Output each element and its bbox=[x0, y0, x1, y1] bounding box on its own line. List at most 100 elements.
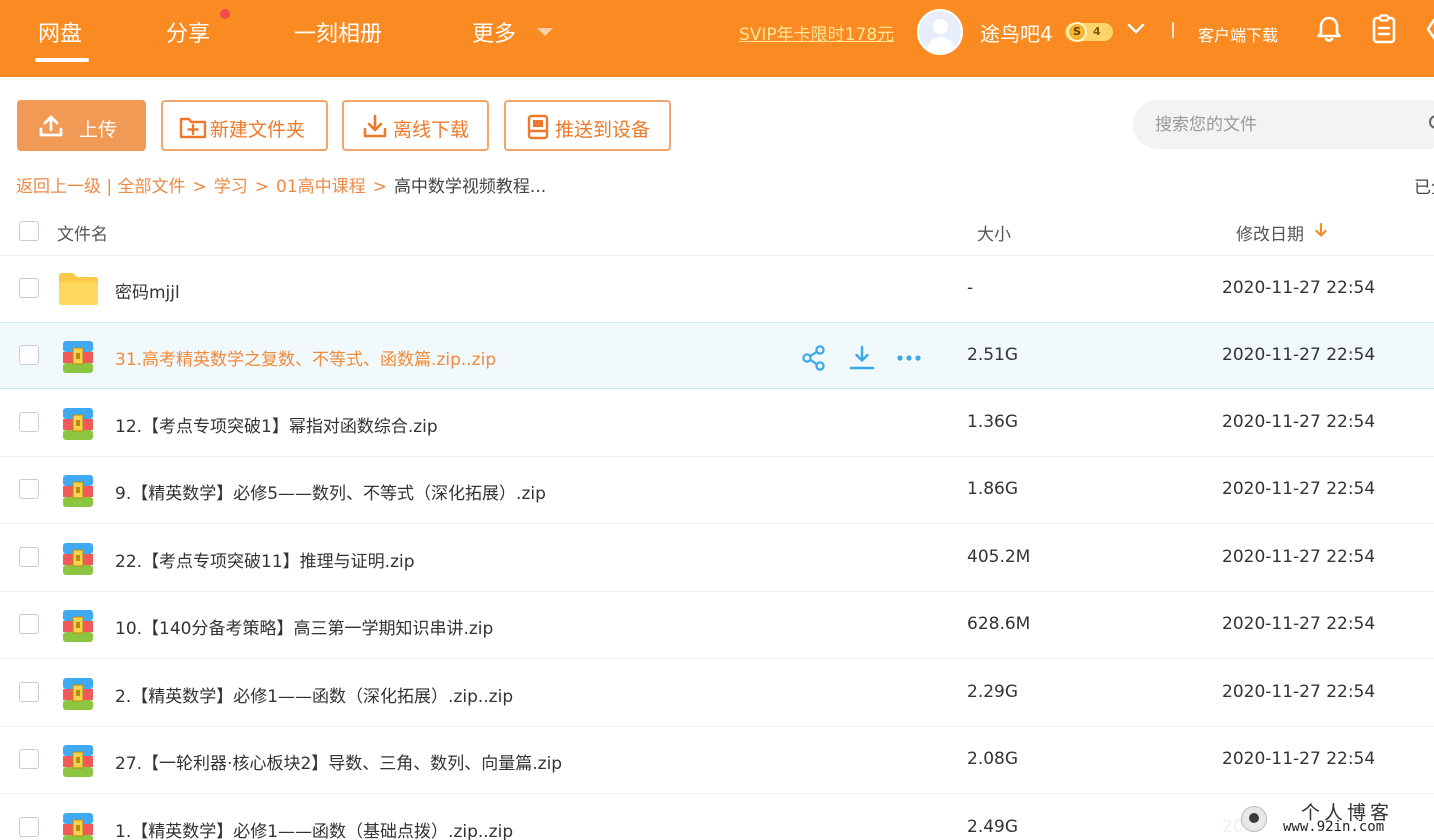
watermark-logo-icon bbox=[1241, 806, 1267, 832]
file-name[interactable]: 9.【精英数学】必修5——数列、不等式（深化拓展）.zip bbox=[115, 479, 546, 504]
push-to-device-label: 推送到设备 bbox=[555, 119, 651, 141]
zip-icon bbox=[63, 475, 93, 507]
row-checkbox[interactable] bbox=[19, 479, 39, 499]
file-name[interactable]: 2.【精英数学】必修1——函数（深化拓展）.zip..zip bbox=[115, 682, 513, 707]
breadcrumb: 返回上一级 | 全部文件 > 学习 >01高中课程 > 高中数学视频教程... bbox=[16, 172, 546, 197]
upload-label: 上传 bbox=[79, 119, 118, 141]
column-header-size[interactable]: 大小 bbox=[977, 220, 1011, 245]
file-date: 2020-11-27 22:54 bbox=[1222, 412, 1376, 432]
zip-icon bbox=[63, 678, 93, 710]
zip-icon bbox=[63, 610, 93, 642]
download-icon[interactable] bbox=[849, 345, 875, 371]
level-badge: S 4 bbox=[1065, 22, 1113, 42]
file-name[interactable]: 密码mjjl bbox=[115, 278, 180, 303]
row-checkbox[interactable] bbox=[19, 547, 39, 567]
nav-divider bbox=[1172, 22, 1174, 38]
offline-download-button[interactable]: 离线下载 bbox=[342, 100, 489, 151]
breadcrumb-back[interactable]: 返回上一级 bbox=[16, 177, 101, 197]
bell-icon[interactable] bbox=[1316, 15, 1342, 43]
file-date: 2020-11-27 22:54 bbox=[1222, 479, 1376, 499]
column-header-name[interactable]: 文件名 bbox=[57, 220, 108, 245]
folder-icon bbox=[59, 273, 98, 305]
zip-icon bbox=[63, 408, 93, 440]
device-icon bbox=[527, 114, 549, 140]
table-row[interactable]: 密码mjjl - 2020-11-27 22:54 bbox=[0, 256, 1434, 323]
download-icon bbox=[363, 114, 387, 138]
file-size: 2.49G bbox=[967, 817, 1019, 837]
file-name[interactable]: 1.【精英数学】必修1——函数（基础点拨）.zip..zip bbox=[115, 817, 513, 840]
avatar[interactable] bbox=[917, 9, 963, 55]
file-name[interactable]: 27.【一轮利器·核心板块2】导数、三角、数列、向量篇.zip bbox=[115, 749, 562, 774]
file-date: 2020-11-27 22:54 bbox=[1222, 749, 1376, 769]
select-all-checkbox[interactable] bbox=[19, 221, 39, 241]
share-icon[interactable] bbox=[801, 345, 827, 371]
username[interactable]: 途鸟吧4 bbox=[980, 18, 1053, 47]
breadcrumb-highschool[interactable]: 01高中课程 bbox=[276, 177, 366, 197]
caret-down-icon[interactable] bbox=[537, 28, 553, 36]
more-icon[interactable] bbox=[896, 345, 922, 371]
table-row[interactable]: 9.【精英数学】必修5——数列、不等式（深化拓展）.zip 1.86G 2020… bbox=[0, 457, 1434, 524]
nav-item-share[interactable]: 分享 bbox=[166, 16, 210, 48]
offline-download-label: 离线下载 bbox=[393, 119, 470, 141]
row-checkbox[interactable] bbox=[19, 614, 39, 634]
file-date: 2020-11-27 22:54 bbox=[1222, 614, 1376, 634]
table-row[interactable]: 2.【精英数学】必修1——函数（深化拓展）.zip..zip 2.29G 202… bbox=[0, 660, 1434, 727]
row-checkbox[interactable] bbox=[19, 412, 39, 432]
column-header-modified[interactable]: 修改日期 bbox=[1236, 220, 1304, 245]
file-name[interactable]: 12.【考点专项突破1】幂指对函数综合.zip bbox=[115, 412, 438, 437]
folder-plus-icon bbox=[179, 117, 207, 139]
table-row[interactable]: 31.高考精英数学之复数、不等式、函数篇.zip..zip 2.51G 2020… bbox=[0, 322, 1434, 389]
table-row[interactable]: 10.【140分备考策略】高三第一学期知识串讲.zip 628.6M 2020-… bbox=[0, 592, 1434, 659]
row-checkbox[interactable] bbox=[19, 817, 39, 837]
client-download-link[interactable]: 客户端下载 bbox=[1198, 22, 1278, 46]
row-checkbox[interactable] bbox=[19, 345, 39, 365]
nav-active-indicator bbox=[35, 58, 89, 62]
file-size: 1.36G bbox=[967, 412, 1019, 432]
breadcrumb-arrow: > bbox=[192, 177, 207, 197]
file-size: 2.08G bbox=[967, 749, 1019, 769]
chevron-down-icon[interactable] bbox=[1126, 18, 1146, 38]
file-size: 628.6M bbox=[967, 614, 1031, 634]
breadcrumb-current: 高中数学视频教程... bbox=[393, 177, 547, 197]
zip-icon bbox=[63, 813, 93, 840]
new-folder-button[interactable]: 新建文件夹 bbox=[161, 100, 328, 151]
search-input[interactable] bbox=[1133, 100, 1434, 149]
file-date: 2020-11-27 22:54 bbox=[1222, 345, 1376, 365]
breadcrumb-study[interactable]: 学习 bbox=[214, 177, 248, 197]
watermark-url: www.92in.com bbox=[1283, 819, 1385, 835]
file-date: 2020-11-27 22:54 bbox=[1222, 278, 1376, 298]
breadcrumb-separator: | bbox=[106, 177, 113, 197]
file-name[interactable]: 22.【考点专项突破11】推理与证明.zip bbox=[115, 547, 415, 572]
push-to-device-button[interactable]: 推送到设备 bbox=[504, 100, 671, 151]
search-icon[interactable] bbox=[1428, 114, 1434, 134]
svip-promo-link[interactable]: SVIP年卡限时178元 bbox=[739, 20, 894, 45]
expand-icon[interactable] bbox=[1424, 16, 1434, 42]
row-checkbox[interactable] bbox=[19, 278, 39, 298]
table-row[interactable]: 22.【考点专项突破11】推理与证明.zip 405.2M 2020-11-27… bbox=[0, 525, 1434, 592]
table-row[interactable]: 27.【一轮利器·核心板块2】导数、三角、数列、向量篇.zip 2.08G 20… bbox=[0, 727, 1434, 794]
row-checkbox[interactable] bbox=[19, 749, 39, 769]
file-name[interactable]: 10.【140分备考策略】高三第一学期知识串讲.zip bbox=[115, 614, 493, 639]
upload-button[interactable]: 上传 bbox=[17, 100, 146, 151]
nav-item-more[interactable]: 更多 bbox=[472, 16, 516, 48]
row-checkbox[interactable] bbox=[19, 682, 39, 702]
nav-item-netdisk[interactable]: 网盘 bbox=[38, 16, 82, 48]
top-nav: 网盘 分享 一刻相册 更多 SVIP年卡限时178元 途鸟吧4 S 4 客户端下… bbox=[0, 0, 1434, 77]
zip-icon bbox=[63, 543, 93, 575]
upload-icon bbox=[39, 115, 63, 137]
file-size: 2.29G bbox=[967, 682, 1019, 702]
table-row[interactable]: 12.【考点专项突破1】幂指对函数综合.zip 1.36G 2020-11-27… bbox=[0, 390, 1434, 457]
file-name[interactable]: 31.高考精英数学之复数、不等式、函数篇.zip..zip bbox=[115, 345, 496, 370]
file-size: 1.86G bbox=[967, 479, 1019, 499]
file-date: 2020-11-27 22:54 bbox=[1222, 547, 1376, 567]
clipboard-icon[interactable] bbox=[1372, 14, 1396, 44]
file-size: 405.2M bbox=[967, 547, 1031, 567]
watermark: 个人博客 www.92in.com bbox=[1205, 798, 1434, 840]
new-folder-label: 新建文件夹 bbox=[210, 119, 306, 141]
file-size: 2.51G bbox=[967, 345, 1019, 365]
arrow-down-icon[interactable] bbox=[1314, 222, 1328, 238]
file-date: 2020-11-27 22:54 bbox=[1222, 682, 1376, 702]
nav-item-album[interactable]: 一刻相册 bbox=[294, 16, 382, 48]
breadcrumb-arrow: > bbox=[254, 177, 270, 197]
breadcrumb-all-files[interactable]: 全部文件 bbox=[118, 177, 186, 197]
